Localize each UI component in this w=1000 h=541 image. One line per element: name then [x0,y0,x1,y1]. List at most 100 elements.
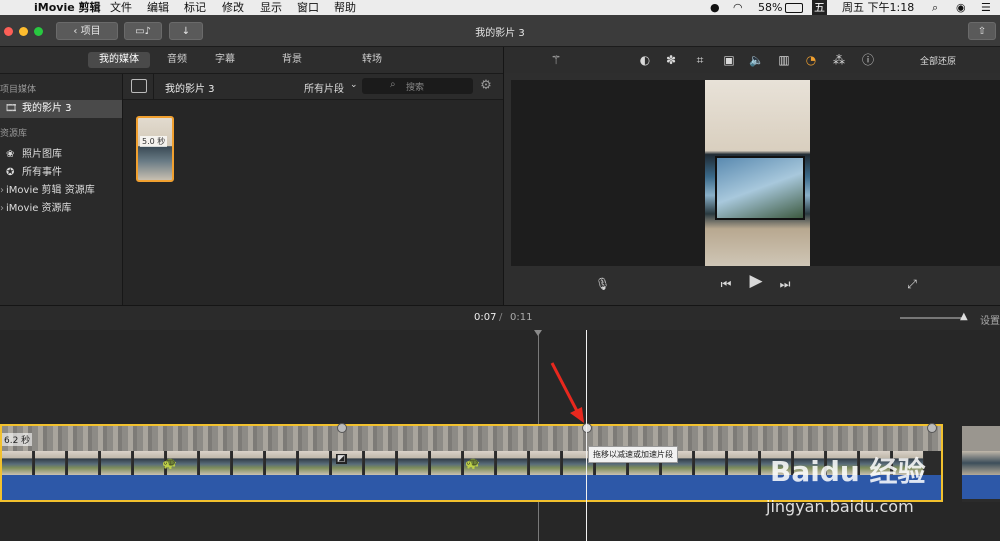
reset-all-button[interactable]: 全部还原 [920,54,956,67]
back-to-projects-button[interactable]: ‹ 项目 [56,22,118,40]
total-time: 0:11 [510,312,533,323]
tab-transitions[interactable]: 转场 [356,52,388,68]
menu-list-icon[interactable]: ☰ [981,0,991,15]
tab-my-media[interactable]: 我的媒体 [88,52,150,68]
media-clip-thumbnail[interactable]: 5.0 秒 [136,116,174,182]
microphone-icon[interactable]: 🎙 [595,277,610,291]
input-method[interactable]: 五 [812,0,827,15]
fullscreen-icon[interactable]: ⤢ [905,277,919,291]
film-frame [431,451,462,475]
qq-icon[interactable]: ● [710,0,720,15]
speed-handle-right[interactable] [927,423,937,433]
crop-icon[interactable]: ⌗ [693,53,707,67]
skip-forward-icon[interactable]: ⏭ [778,277,792,291]
magic-wand-icon[interactable]: ⚚ [549,53,563,67]
siri-icon[interactable]: ◉ [956,0,966,15]
filter-effects-icon[interactable]: ⁂ [832,53,846,67]
zoom-window-button[interactable] [34,27,43,36]
speed-adjust-bar[interactable] [2,426,941,451]
menu-mark[interactable]: 标记 [184,0,206,15]
timeline-settings-button[interactable]: 设置 [980,312,1000,327]
film-frame [101,451,132,475]
tab-backgrounds[interactable]: 背景 [276,52,308,68]
title-bar: ‹ 项目 ▭♪ ↓ 我的影片 3 ⇧ [0,15,1000,47]
film-frame [266,451,297,475]
libraries-sidebar: 项目媒体 🎞 我的影片 3 资源库 ❀ 照片图库 ✪ 所有事件 › iMovie… [0,74,123,305]
chevron-left-icon: ‹ [73,26,81,37]
sidebar-item-library-2-label: iMovie 资源库 [6,203,72,214]
flower-icon: ❀ [6,149,15,160]
search-placeholder: 搜索 [406,83,425,93]
annotation-arrow-line [550,362,580,414]
adjustments-toolbar: ⚚ ◐ ✽ ⌗ ▣ 🔈 ▥ ◔ ⁂ ⓘ 全部还原 [504,47,1000,73]
media-browser: 5.0 秒 [123,100,503,305]
tab-audio[interactable]: 音频 [161,52,193,68]
minimize-window-button[interactable] [19,27,28,36]
section-project-media: 项目媒体 [0,85,37,95]
clock[interactable]: 周五 下午1:18 [842,0,914,15]
search-input[interactable]: ⌕ 搜索 [362,78,473,94]
menu-bar: iMovie 剪辑 文件 编辑 标记 修改 显示 窗口 帮助 ● ◠ 58% 五… [0,0,1000,15]
zoom-slider-knob[interactable]: ▲ [960,311,968,322]
battery-icon[interactable] [785,3,803,13]
menu-app-name[interactable]: iMovie 剪辑 [34,0,101,15]
play-icon[interactable]: ▶ [746,273,766,290]
timeline-toolbar: 0:07 / 0:11 ▲ 设置 [0,305,1000,331]
gear-icon[interactable]: ⚙ [479,79,493,93]
film-frame [299,451,330,475]
share-button[interactable]: ⇧ [968,22,996,40]
zoom-slider[interactable] [900,317,966,319]
menu-help[interactable]: 帮助 [334,0,356,15]
speed-icon[interactable]: ◔ [804,53,818,67]
star-box-icon: ✪ [6,167,15,178]
film-frame [365,451,396,475]
disclosure-triangle-icon: › [0,185,4,196]
tab-titles[interactable]: 字幕 [209,52,241,68]
clip-filter-select[interactable]: 所有片段 [304,80,344,95]
timeline-clip-duration: 6.2 秒 [2,433,33,446]
speed-tooltip: 拖移以减速或加速片段 [588,446,678,463]
info-icon[interactable]: ⓘ [861,53,875,67]
transition-icon[interactable]: ◩ [336,454,347,464]
sidebar-item-photos[interactable]: ❀ 照片图库 [0,146,122,164]
sidebar-item-all-events[interactable]: ✪ 所有事件 [0,164,122,182]
equalizer-icon[interactable]: ▥ [777,53,791,67]
window-title: 我的影片 3 [475,28,525,39]
sidebar-item-library-2[interactable]: › iMovie 资源库 [0,200,122,218]
section-libraries: 资源库 [0,129,28,139]
toggle-sidebar-icon[interactable] [131,79,147,93]
film-frame [398,451,429,475]
media-view-button[interactable]: ▭♪ [124,22,162,40]
skip-back-icon[interactable]: ⏮ [719,277,733,291]
sidebar-item-project[interactable]: 🎞 我的影片 3 [0,100,122,118]
search-icon[interactable]: ⌕ [932,0,938,15]
stabilization-icon[interactable]: ▣ [722,53,736,67]
volume-icon[interactable]: 🔈 [749,53,764,67]
next-clip-frames [962,451,1000,475]
next-timeline-clip[interactable] [962,426,1000,502]
film-icon: 🎞 [5,103,18,114]
next-clip-top [962,426,1000,451]
menu-view[interactable]: 显示 [260,0,282,15]
chevron-down-icon[interactable]: ⌄ [350,80,358,90]
close-window-button[interactable] [4,27,13,36]
sidebar-item-all-events-label: 所有事件 [22,167,62,178]
time-separator: / [499,312,503,323]
back-to-projects-label: 项目 [80,26,101,37]
menu-modify[interactable]: 修改 [222,0,244,15]
speed-handle-left[interactable] [337,423,347,433]
baidu-watermark-url: jingyan.baidu.com [766,497,914,516]
wifi-icon[interactable]: ◠ [733,0,743,15]
film-frame [2,451,33,475]
media-tabs: 我的媒体 音频 字幕 背景 转场 [0,47,503,74]
sidebar-item-library-1-label: iMovie 剪辑 资源库 [6,185,95,196]
menu-file[interactable]: 文件 [110,0,132,15]
sidebar-item-library-1[interactable]: › iMovie 剪辑 资源库 [0,182,122,200]
color-palette-icon[interactable]: ✽ [664,53,678,67]
speed-tortoise-icon: 🐢 [162,456,177,470]
current-time: 0:07 [474,312,497,323]
menu-window[interactable]: 窗口 [297,0,319,15]
import-button[interactable]: ↓ [169,22,203,40]
menu-edit[interactable]: 编辑 [147,0,169,15]
color-balance-icon[interactable]: ◐ [638,53,652,67]
